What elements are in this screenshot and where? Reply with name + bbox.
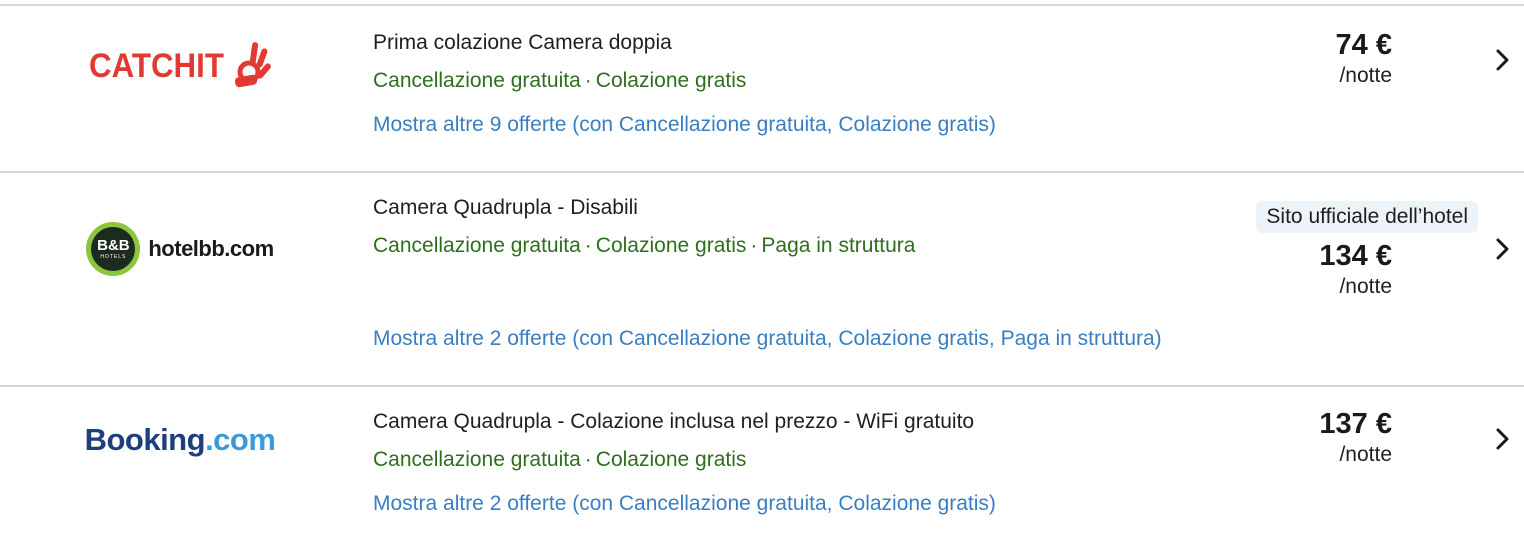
price-block: 137 € /notte [1319, 407, 1392, 469]
hotelbb-domain: hotelbb.com [148, 236, 274, 261]
provider-logo-catchit: CATCHIT [40, 26, 320, 106]
offer-features: Cancellazione gratuita · Colazione gratis [373, 66, 746, 96]
feature-separator: · [584, 234, 592, 257]
offer-info: Camera Quadrupla - Colazione inclusa nel… [373, 407, 974, 475]
feature-separator: · [584, 69, 592, 92]
offer-features: Cancellazione gratuita · Colazione gratis ·… [373, 231, 915, 261]
more-offers-link[interactable]: Mostra altre 9 offerte (con Cancellazion… [373, 110, 996, 140]
feature-free-cancellation: Cancellazione gratuita [373, 448, 581, 471]
offer-info: Prima colazione Camera doppia Cancellazi… [373, 28, 746, 96]
offer-features: Cancellazione gratuita · Colazione gratis [373, 445, 974, 475]
catchit-logo-text: CATCHIT [88, 46, 224, 85]
offer-list: CATCHIT Prima colazione Camera doppia Ca… [0, 0, 1524, 548]
price: 74 € [1335, 29, 1392, 61]
offer-info: Camera Quadrupla - Disabili Cancellazion… [373, 193, 915, 261]
feature-free-cancellation: Cancellazione gratuita [373, 69, 581, 92]
bb-sub: HOTELS [100, 254, 127, 260]
room-title: Prima colazione Camera doppia [373, 31, 672, 54]
offer-row[interactable]: CATCHIT Prima colazione Camera doppia Ca… [0, 4, 1524, 171]
booking-logo-main: Booking [84, 422, 206, 457]
feature-separator: · [584, 448, 592, 471]
per-night-label: /notte [1339, 443, 1392, 466]
per-night-label: /notte [1339, 64, 1392, 87]
room-title: Camera Quadrupla - Colazione inclusa nel… [373, 410, 975, 433]
price: 134 € [1319, 240, 1392, 272]
bb-mark: B&B [97, 237, 130, 254]
booking-logo-tld: .com [205, 422, 276, 457]
ok-hand-icon [235, 42, 272, 88]
chevron-right-icon[interactable] [1490, 427, 1514, 451]
feature-separator: · [750, 234, 758, 257]
provider-logo-booking: Booking.com [40, 413, 320, 467]
per-night-label: /notte [1339, 275, 1392, 298]
feature-free-breakfast: Colazione gratis [595, 69, 747, 92]
room-title: Camera Quadrupla - Disabili [373, 196, 638, 219]
offer-row[interactable]: Booking.com Camera Quadrupla - Colazione… [0, 385, 1524, 548]
feature-free-breakfast: Colazione gratis [595, 234, 747, 257]
price-block: 74 € /notte [1336, 28, 1392, 90]
booking-logo: Booking.com [85, 422, 276, 458]
more-offers-link[interactable]: Mostra altre 2 offerte (con Cancellazion… [373, 324, 1162, 354]
feature-free-cancellation: Cancellazione gratuita [373, 234, 581, 257]
feature-free-breakfast: Colazione gratis [595, 448, 747, 471]
offer-row[interactable]: B&B HOTELS hotelbb.com Camera Quadrupla … [0, 171, 1524, 385]
more-offers-link[interactable]: Mostra altre 2 offerte (con Cancellazion… [373, 489, 996, 519]
chevron-right-icon[interactable] [1490, 237, 1514, 261]
price-block: Sito ufficiale dell’hotel 134 € /notte [1256, 201, 1478, 301]
price: 137 € [1319, 408, 1392, 440]
bb-hotels-badge-icon: B&B HOTELS [86, 222, 141, 276]
provider-logo-hotelbb: B&B HOTELS hotelbb.com [40, 215, 320, 283]
chevron-right-icon[interactable] [1490, 48, 1514, 72]
official-site-badge: Sito ufficiale dell’hotel [1256, 201, 1478, 233]
feature-pay-at-property: Paga in struttura [761, 234, 916, 257]
